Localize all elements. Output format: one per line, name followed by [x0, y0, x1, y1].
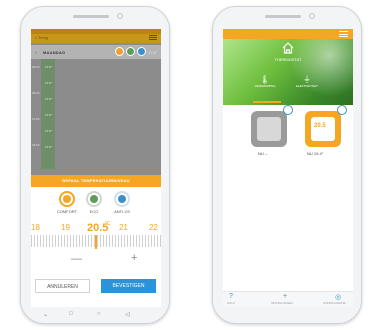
home-icon — [282, 42, 294, 54]
comfort-mode-button[interactable] — [59, 191, 75, 207]
device-card-on[interactable]: 20.5 — [305, 111, 341, 147]
status-bar — [31, 29, 161, 34]
schedule-cell[interactable]: 17.5° — [42, 145, 55, 149]
day-temperature: 17.5° — [148, 50, 158, 55]
screen-devices: THERMOSTAT 🌡 VERWARMING ⏚ ELEKTRICITEIT … — [223, 29, 353, 307]
camera — [117, 13, 123, 19]
device-status: NU -- — [258, 151, 268, 156]
mode-label: ECO — [89, 209, 99, 214]
device-select-toggle[interactable] — [337, 105, 347, 115]
bottom-nav: ? HULP + INSTELLINGEN ◎ CONFIGURATIE — [223, 291, 353, 307]
time-label: 06:00 — [32, 91, 40, 95]
mode-label: ANTI-VS — [114, 209, 130, 214]
snowflake-icon — [118, 195, 126, 203]
anti-freeze-mode-button[interactable] — [114, 191, 130, 207]
hero-subtitle: THERMOSTAT — [274, 57, 302, 62]
phone-left: < Terug › MAANDAG 17.5° 00:00 06:00 12:0… — [20, 6, 170, 324]
menu-icon[interactable] — [149, 35, 157, 40]
camera — [309, 13, 315, 19]
tab-label: ELEKTRICITEIT — [295, 84, 318, 88]
temp-scale-label: 22 — [149, 223, 158, 232]
decrease-button[interactable]: — — [71, 253, 82, 265]
ruler-marker — [95, 235, 97, 249]
screen-schedule: < Terug › MAANDAG 17.5° 00:00 06:00 12:0… — [31, 29, 161, 307]
triangle-back-icon[interactable]: ◁ — [125, 311, 130, 318]
schedule-cell[interactable]: 17.5° — [42, 129, 55, 133]
sun-icon — [63, 195, 71, 203]
time-label: 18:00 — [32, 143, 40, 147]
speaker — [73, 15, 109, 18]
menu-icon[interactable] — [339, 31, 348, 37]
eco-mode-button[interactable] — [86, 191, 102, 207]
schedule-cell[interactable]: 17.5° — [42, 65, 55, 69]
tab-electricity[interactable]: ⏚ ELEKTRICITEIT — [287, 75, 327, 88]
phone-right: THERMOSTAT 🌡 VERWARMING ⏚ ELEKTRICITEIT … — [212, 6, 362, 324]
speaker — [265, 15, 301, 18]
temperature-unit: °C — [105, 221, 111, 227]
bottom-nav-label: INSTELLINGEN — [271, 301, 293, 305]
circle-icon[interactable]: ○ — [97, 311, 101, 317]
device-status: NU 19.4° — [307, 151, 324, 156]
confirm-button[interactable]: BEVESTIGEN — [101, 279, 156, 293]
thermometer-icon: 🌡 — [259, 75, 271, 84]
device-select-toggle[interactable] — [283, 105, 293, 115]
schedule-cell[interactable]: 17.5° — [42, 113, 55, 117]
active-tab-indicator — [253, 101, 281, 103]
anti-freeze-mode-icon[interactable] — [137, 47, 146, 56]
temp-scale-label: 19 — [61, 223, 70, 232]
radiator-icon — [311, 117, 335, 141]
top-bar — [223, 29, 353, 39]
settings-icon[interactable]: ◎ — [335, 293, 341, 301]
increase-button[interactable]: + — [131, 252, 137, 264]
chevron-down-icon[interactable]: ⌄ — [43, 311, 48, 318]
schedule-cell[interactable]: 17.5° — [42, 81, 55, 85]
radiator-icon — [257, 117, 281, 141]
add-icon[interactable]: + — [283, 293, 287, 300]
time-label: 12:00 — [32, 117, 40, 121]
sun-mode-icon[interactable] — [115, 47, 124, 56]
bottom-nav-label: CONFIGURATIE — [323, 301, 346, 305]
mode-label: COMFORT — [56, 209, 78, 214]
back-link[interactable]: < Terug — [35, 35, 48, 40]
bottom-nav-label: HULP — [227, 301, 236, 305]
temp-scale-label: 18 — [31, 223, 40, 232]
cancel-button[interactable]: ANNULEREN — [35, 279, 90, 293]
eco-mode-icon[interactable] — [126, 47, 135, 56]
banner: BEPAAL TEMPERATUURNIVEAU — [31, 175, 161, 187]
chevron-right-icon[interactable]: › — [35, 50, 37, 56]
tab-label: VERWARMING — [254, 84, 276, 88]
moon-icon — [90, 195, 98, 203]
day-name: MAANDAG — [43, 50, 66, 55]
square-icon[interactable]: □ — [69, 311, 73, 317]
tab-heating[interactable]: 🌡 VERWARMING — [245, 75, 285, 88]
device-temperature: 20.5 — [314, 123, 326, 129]
help-icon[interactable]: ? — [229, 293, 233, 300]
plug-icon: ⏚ — [303, 75, 311, 84]
schedule-cell[interactable]: 17.5° — [42, 97, 55, 101]
temp-scale-label: 21 — [119, 223, 128, 232]
device-card-off[interactable] — [251, 111, 287, 147]
time-label: 00:00 — [32, 65, 40, 69]
